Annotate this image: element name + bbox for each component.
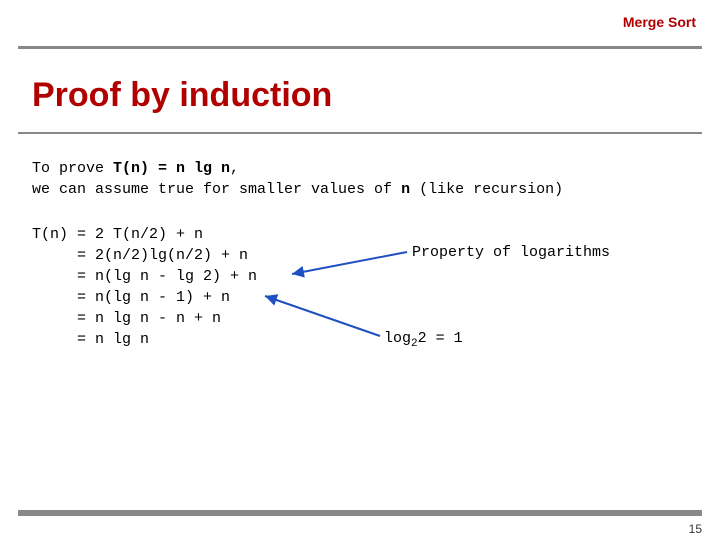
proof-rhs: = n(lg n - lg 2) + n [77,268,257,285]
divider-under-title [18,132,702,134]
proof-rhs: = 2(n/2)lg(n/2) + n [77,247,248,264]
divider-top [18,46,702,49]
proof-line: = n(lg n - 1) + n [32,287,696,308]
text-bold: T(n) = n lg n [113,160,230,177]
proof-line: = n lg n [32,329,696,350]
proof-line: = n lg n - n + n [32,308,696,329]
header-label: Merge Sort [623,14,696,30]
intro-line-2: we can assume true for smaller values of… [32,179,696,200]
intro-text: To prove T(n) = n lg n, we can assume tr… [32,158,696,200]
text: , [230,160,239,177]
content-area: To prove T(n) = n lg n, we can assume tr… [32,158,696,350]
proof-lhs: T(n) [32,226,68,243]
page-title: Proof by induction [32,76,332,115]
proof-line: = 2(n/2)lg(n/2) + n [32,245,696,266]
text: (like recursion) [410,181,563,198]
proof-block: T(n) = 2 T(n/2) + n = 2(n/2)lg(n/2) + n … [32,224,696,350]
page-number: 15 [689,522,702,536]
divider-bottom [18,510,702,516]
proof-rhs: = n lg n - n + n [77,310,221,327]
text: To prove [32,160,113,177]
proof-rhs: = n(lg n - 1) + n [77,289,230,306]
proof-line: = n(lg n - lg 2) + n [32,266,696,287]
proof-rhs: = n lg n [77,331,149,348]
text: we can assume true for smaller values of [32,181,401,198]
proof-line: T(n) = 2 T(n/2) + n [32,224,696,245]
text-bold: n [401,181,410,198]
proof-rhs: = 2 T(n/2) + n [77,226,203,243]
intro-line-1: To prove T(n) = n lg n, [32,158,696,179]
